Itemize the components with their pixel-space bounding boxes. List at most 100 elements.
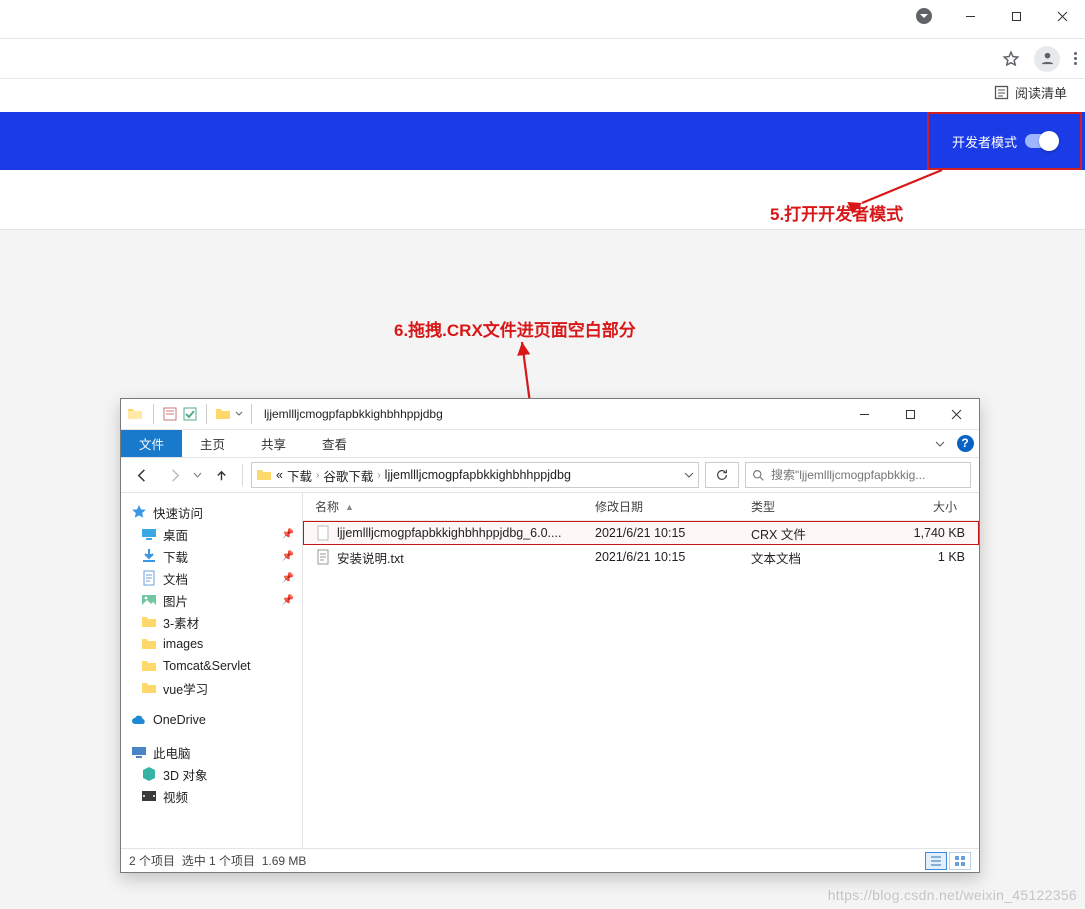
breadcrumb-path[interactable]: « 下载› 谷歌下载› ljjemllljcmogpfapbkkighbhhpp… (251, 462, 699, 488)
nav-quick-access[interactable]: 快速访问 (127, 501, 302, 523)
file-name: ljjemllljcmogpfapbkkighbhhppjdbg_6.0.... (337, 526, 561, 540)
file-list-header: 名称▲ 修改日期 类型 大小 (303, 493, 979, 521)
view-large-icons-button[interactable] (949, 852, 971, 870)
search-icon (752, 469, 765, 482)
explorer-title-text: ljjemllljcmogpfapbkkighbhhppjdbg (264, 407, 443, 421)
nav-folder-3[interactable]: Tomcat&Servlet (127, 655, 302, 677)
nav-pictures[interactable]: 图片📌 (127, 589, 302, 611)
explorer-close-button[interactable] (933, 399, 979, 429)
ribbon-tab-file[interactable]: 文件 (121, 430, 182, 457)
bookmark-bar: 阅读清单 (0, 78, 1085, 106)
pin-icon: 📌 (282, 595, 294, 606)
nav-onedrive[interactable]: OneDrive (127, 709, 302, 731)
status-selected: 选中 1 个项目 (182, 852, 255, 869)
explorer-nav-pane: 快速访问 桌面📌 下载📌 文档📌 图片📌 3-素材 images Tomcat&… (121, 493, 303, 848)
file-name: 安装说明.txt (337, 548, 404, 567)
window-maximize-button[interactable] (993, 0, 1039, 32)
annotation-arrow-5 (842, 148, 962, 208)
pin-icon: 📌 (282, 529, 294, 540)
pin-icon: 📌 (282, 551, 294, 562)
nav-videos[interactable]: 视频 (127, 785, 302, 807)
folder-icon (141, 680, 157, 696)
folder-icon (141, 658, 157, 674)
file-size: 1 KB (875, 550, 965, 564)
nav-folder-4[interactable]: vue学习 (127, 677, 302, 699)
view-details-button[interactable] (925, 852, 947, 870)
explorer-status-bar: 2 个项目 选中 1 个项目 1.69 MB (121, 848, 979, 872)
folder-icon (127, 406, 143, 422)
star-icon (131, 504, 147, 520)
explorer-titlebar: ljjemllljcmogpfapbkkighbhhppjdbg (121, 399, 979, 429)
profile-avatar-icon[interactable] (1034, 46, 1060, 72)
nav-desktop[interactable]: 桌面📌 (127, 523, 302, 545)
pc-icon (131, 744, 147, 760)
chrome-window-controls (901, 0, 1085, 32)
nav-back-button[interactable] (129, 462, 155, 488)
chrome-toolbar (0, 38, 1085, 78)
nav-documents[interactable]: 文档📌 (127, 567, 302, 589)
ribbon-tab-view[interactable]: 查看 (304, 430, 365, 457)
column-name[interactable]: 名称▲ (315, 498, 595, 515)
nav-forward-button[interactable] (161, 462, 187, 488)
window-close-button[interactable] (1039, 0, 1085, 32)
developer-mode-toggle[interactable] (1025, 134, 1057, 148)
status-size: 1.69 MB (262, 854, 307, 868)
explorer-search-box[interactable] (745, 462, 971, 488)
breadcrumb-downloads[interactable]: 下载 (287, 466, 312, 485)
ribbon-tab-share[interactable]: 共享 (243, 430, 304, 457)
download-icon (141, 548, 157, 564)
nav-downloads[interactable]: 下载📌 (127, 545, 302, 567)
explorer-ribbon: 文件 主页 共享 查看 ? (121, 429, 979, 457)
file-date: 2021/6/21 10:15 (595, 550, 751, 564)
ribbon-help-button[interactable]: ? (951, 430, 979, 457)
explorer-minimize-button[interactable] (841, 399, 887, 429)
chrome-menu-button[interactable] (1074, 52, 1077, 65)
column-type[interactable]: 类型 (751, 498, 875, 515)
status-item-count: 2 个项目 (129, 852, 175, 869)
watermark-text: https://blog.csdn.net/weixin_45122356 (828, 887, 1077, 903)
explorer-search-input[interactable] (771, 468, 964, 482)
txt-file-icon (315, 549, 331, 565)
nav-folder-1[interactable]: 3-素材 (127, 611, 302, 633)
explorer-body: 快速访问 桌面📌 下载📌 文档📌 图片📌 3-素材 images Tomcat&… (121, 493, 979, 848)
window-minimize-button[interactable] (947, 0, 993, 32)
breadcrumb-google-downloads[interactable]: 谷歌下载 (323, 466, 373, 485)
file-type: 文本文档 (751, 548, 875, 567)
refresh-button[interactable] (705, 462, 739, 488)
reading-list-label[interactable]: 阅读清单 (1015, 83, 1067, 102)
file-list-panel: 名称▲ 修改日期 类型 大小 ljjemllljcmogpfapbkkighbh… (303, 493, 979, 848)
file-date: 2021/6/21 10:15 (595, 526, 751, 540)
nav-this-pc[interactable]: 此电脑 (127, 741, 302, 763)
breadcrumb-dropdown-icon[interactable] (684, 470, 694, 480)
column-size[interactable]: 大小 (875, 498, 965, 515)
ribbon-tab-home[interactable]: 主页 (182, 430, 243, 457)
file-row[interactable]: 安装说明.txt 2021/6/21 10:15文本文档1 KB (303, 545, 979, 569)
video-icon (141, 788, 157, 804)
nav-3d-objects[interactable]: 3D 对象 (127, 763, 302, 785)
breadcrumb-back[interactable]: « (276, 468, 283, 482)
generic-file-icon (315, 525, 331, 541)
nav-recent-dropdown-icon[interactable] (193, 471, 202, 480)
picture-icon (141, 592, 157, 608)
breadcrumb-folder[interactable]: ljjemllljcmogpfapbkkighbhhppjdbg (385, 468, 571, 482)
folder-icon (256, 467, 272, 483)
ribbon-expand-icon[interactable] (935, 430, 945, 457)
qat-properties-icon[interactable] (162, 406, 178, 422)
folder-icon (141, 636, 157, 652)
bookmark-star-icon[interactable] (1002, 50, 1020, 68)
explorer-address-bar: « 下载› 谷歌下载› ljjemllljcmogpfapbkkighbhhpp… (121, 457, 979, 493)
folder-icon (215, 406, 231, 422)
explorer-maximize-button[interactable] (887, 399, 933, 429)
qat-checkbox-icon[interactable] (182, 406, 198, 422)
column-date[interactable]: 修改日期 (595, 498, 751, 515)
qat-dropdown-icon[interactable] (235, 410, 243, 418)
nav-up-button[interactable] (208, 462, 234, 488)
cloud-icon (131, 712, 147, 728)
file-row[interactable]: ljjemllljcmogpfapbkkighbhhppjdbg_6.0....… (303, 521, 979, 545)
file-size: 1,740 KB (875, 526, 965, 540)
nav-folder-2[interactable]: images (127, 633, 302, 655)
file-explorer-window: ljjemllljcmogpfapbkkighbhhppjdbg 文件 主页 共… (120, 398, 980, 873)
pin-icon: 📌 (282, 573, 294, 584)
folder-icon (141, 614, 157, 630)
incognito-icon (901, 0, 947, 32)
